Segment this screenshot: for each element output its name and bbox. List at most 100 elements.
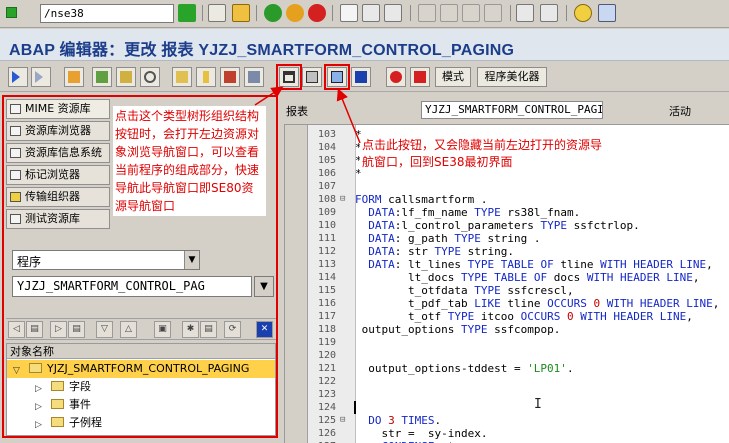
code-text: t_otf TYPE itcoo OCCURS 0 WITH HEADER LI… xyxy=(355,310,693,323)
info-icon xyxy=(355,71,367,83)
navigate-button[interactable] xyxy=(244,67,264,87)
code-line[interactable]: 115 t_otfdata TYPE ssfcrescl, xyxy=(285,284,729,297)
nav-transport-organizer[interactable]: 传输组织器 xyxy=(6,187,110,207)
tree-item-program[interactable]: ▽ YJZJ_SMARTFORM_CONTROL_PAGING xyxy=(7,360,275,378)
check-button[interactable] xyxy=(140,67,160,87)
code-text: DO 3 TIMES. xyxy=(368,414,442,427)
forward-arrow-button[interactable] xyxy=(31,67,51,87)
chevron-down-icon[interactable]: ▼ xyxy=(184,251,199,269)
tree-item-events[interactable]: ▷ 事件 xyxy=(7,396,275,414)
nav-repository-info-system[interactable]: 资源库信息系统 xyxy=(6,143,110,163)
command-field[interactable]: /nse38 xyxy=(40,4,174,23)
line-number: 123 xyxy=(317,389,336,400)
fold-icon[interactable]: ⊟ xyxy=(340,193,349,206)
tree-toolbar: ◁ ▤ ▷ ▤ ▽ △ ▣ ✱ ▤ ⟳ ✕ xyxy=(6,318,276,340)
object-type-select[interactable]: 程序 ▼ xyxy=(12,250,200,270)
annotation-right: 点击此按钮，又会隐藏当前左边打开的资源导航窗口，回到SE38最初界面 xyxy=(360,137,606,171)
expand-arrow-icon[interactable]: ▷ xyxy=(35,417,42,434)
code-line[interactable]: 118 output_options TYPE ssfcompop. xyxy=(285,323,729,336)
code-line[interactable]: 108 ⊟ FORM callsmartform . xyxy=(285,193,729,206)
other-object-button[interactable] xyxy=(116,67,136,87)
line-number: 108 xyxy=(317,194,336,205)
display-change-button[interactable] xyxy=(64,67,84,87)
code-text: t_otfdata TYPE ssfcrescl, xyxy=(355,284,574,297)
nav-tag-browser[interactable]: 标记浏览器 xyxy=(6,165,110,185)
back-icon[interactable] xyxy=(264,4,282,22)
ibeam-cursor-icon: I xyxy=(534,397,542,412)
previous-page-icon[interactable] xyxy=(440,4,458,22)
last-page-icon[interactable] xyxy=(484,4,502,22)
code-line[interactable]: 109 DATA:lf_fm_name TYPE rs38l_fnam. xyxy=(285,206,729,219)
save-icon[interactable] xyxy=(232,4,250,22)
nav-repository-browser[interactable]: 资源库浏览器 xyxy=(6,121,110,141)
layout-settings-icon[interactable] xyxy=(598,4,616,22)
exit-icon[interactable] xyxy=(286,4,304,22)
navigation-icon xyxy=(248,71,260,83)
tree-forward-list-icon[interactable]: ▤ xyxy=(68,321,85,338)
tree-item-fields[interactable]: ▷ 字段 xyxy=(7,378,275,396)
pretty-printer-button[interactable]: 程序美化器 xyxy=(477,67,547,87)
tree-back-list-icon[interactable]: ▤ xyxy=(26,321,43,338)
cancel-icon[interactable] xyxy=(308,4,326,22)
code-line[interactable]: 121 output_options-tddest = 'LP01'. xyxy=(285,362,729,375)
code-line[interactable]: 126 str = sy-index. xyxy=(285,427,729,440)
system-toolbar: /nse38 xyxy=(0,0,729,28)
active-inactive-button[interactable] xyxy=(92,67,112,87)
line-number: 104 xyxy=(317,142,336,153)
tree-back-icon[interactable]: ◁ xyxy=(8,321,25,338)
tree-item-subroutines[interactable]: ▷ 子例程 xyxy=(7,414,275,432)
code-line[interactable]: 119 xyxy=(285,336,729,349)
code-line[interactable]: 112 DATA: str TYPE string. xyxy=(285,245,729,258)
activate-button[interactable] xyxy=(196,67,216,87)
code-line[interactable]: 116 t_pdf_tab LIKE tline OCCURS 0 WITH H… xyxy=(285,297,729,310)
object-list-button[interactable] xyxy=(302,67,322,87)
next-page-icon[interactable] xyxy=(462,4,480,22)
code-line[interactable]: 123 xyxy=(285,388,729,401)
fold-icon[interactable]: ⊟ xyxy=(340,414,349,427)
object-list-icon[interactable]: ▤ xyxy=(200,321,217,338)
information-button[interactable] xyxy=(351,67,371,87)
external-breakpoint-button[interactable] xyxy=(410,67,430,87)
refresh-icon[interactable]: ⟳ xyxy=(224,321,241,338)
close-navigation-icon[interactable]: ✕ xyxy=(256,321,273,338)
pattern-button[interactable]: 模式 xyxy=(435,67,471,87)
confirm-icon[interactable] xyxy=(178,4,196,22)
code-line[interactable]: 110 DATA:l_control_parameters TYPE ssfct… xyxy=(285,219,729,232)
enter-icon[interactable] xyxy=(6,7,17,18)
code-line[interactable]: 124 xyxy=(285,401,729,414)
dropdown-history-icon[interactable] xyxy=(208,4,226,22)
code-line[interactable]: 111 DATA: g_path TYPE string . xyxy=(285,232,729,245)
code-line[interactable]: 113 DATA: lt_lines TYPE TABLE OF tline W… xyxy=(285,258,729,271)
expand-all-icon[interactable]: ▽ xyxy=(96,321,113,338)
code-line[interactable]: 120 xyxy=(285,349,729,362)
code-line[interactable]: 117 t_otf TYPE itcoo OCCURS 0 WITH HEADE… xyxy=(285,310,729,323)
code-line[interactable]: 122 xyxy=(285,375,729,388)
code-editor[interactable]: 103 * 104 * 105 * 106 * 107 108 ⊟ FORM callsmartfor… xyxy=(284,124,729,443)
breakpoint-button[interactable] xyxy=(386,67,406,87)
first-page-icon[interactable] xyxy=(418,4,436,22)
find-icon[interactable] xyxy=(362,4,380,22)
code-line[interactable]: 114 lt_docs TYPE TABLE OF docs WITH HEAD… xyxy=(285,271,729,284)
object-name-input[interactable]: YJZJ_SMARTFORM_CONTROL_PAG xyxy=(12,276,252,297)
code-line[interactable]: 125 ⊟ DO 3 TIMES. xyxy=(285,414,729,427)
fullscreen-toggle-button[interactable] xyxy=(324,64,350,90)
nav-mime-repository[interactable]: MIME 资源库 xyxy=(6,99,110,119)
shortcut-icon[interactable] xyxy=(540,4,558,22)
object-tree-button[interactable] xyxy=(276,64,302,90)
tree-forward-icon[interactable]: ▷ xyxy=(50,321,67,338)
where-used-button[interactable] xyxy=(172,67,192,87)
help-icon[interactable] xyxy=(574,4,592,22)
collapse-all-icon[interactable]: △ xyxy=(120,321,137,338)
activate-icon xyxy=(203,71,209,83)
code-line[interactable]: 107 xyxy=(285,180,729,193)
object-name-dropdown[interactable]: ▼ xyxy=(254,276,274,297)
nav-test-repository[interactable]: 测试资源库 xyxy=(6,209,110,229)
refresh-object-icon[interactable]: ✱ xyxy=(182,321,199,338)
display-object-list-icon[interactable]: ▣ xyxy=(154,321,171,338)
print-icon[interactable] xyxy=(340,4,358,22)
line-number: 105 xyxy=(317,155,336,166)
test-button[interactable] xyxy=(220,67,240,87)
back-arrow-button[interactable] xyxy=(8,67,28,87)
new-session-icon[interactable] xyxy=(516,4,534,22)
find-next-icon[interactable] xyxy=(384,4,402,22)
